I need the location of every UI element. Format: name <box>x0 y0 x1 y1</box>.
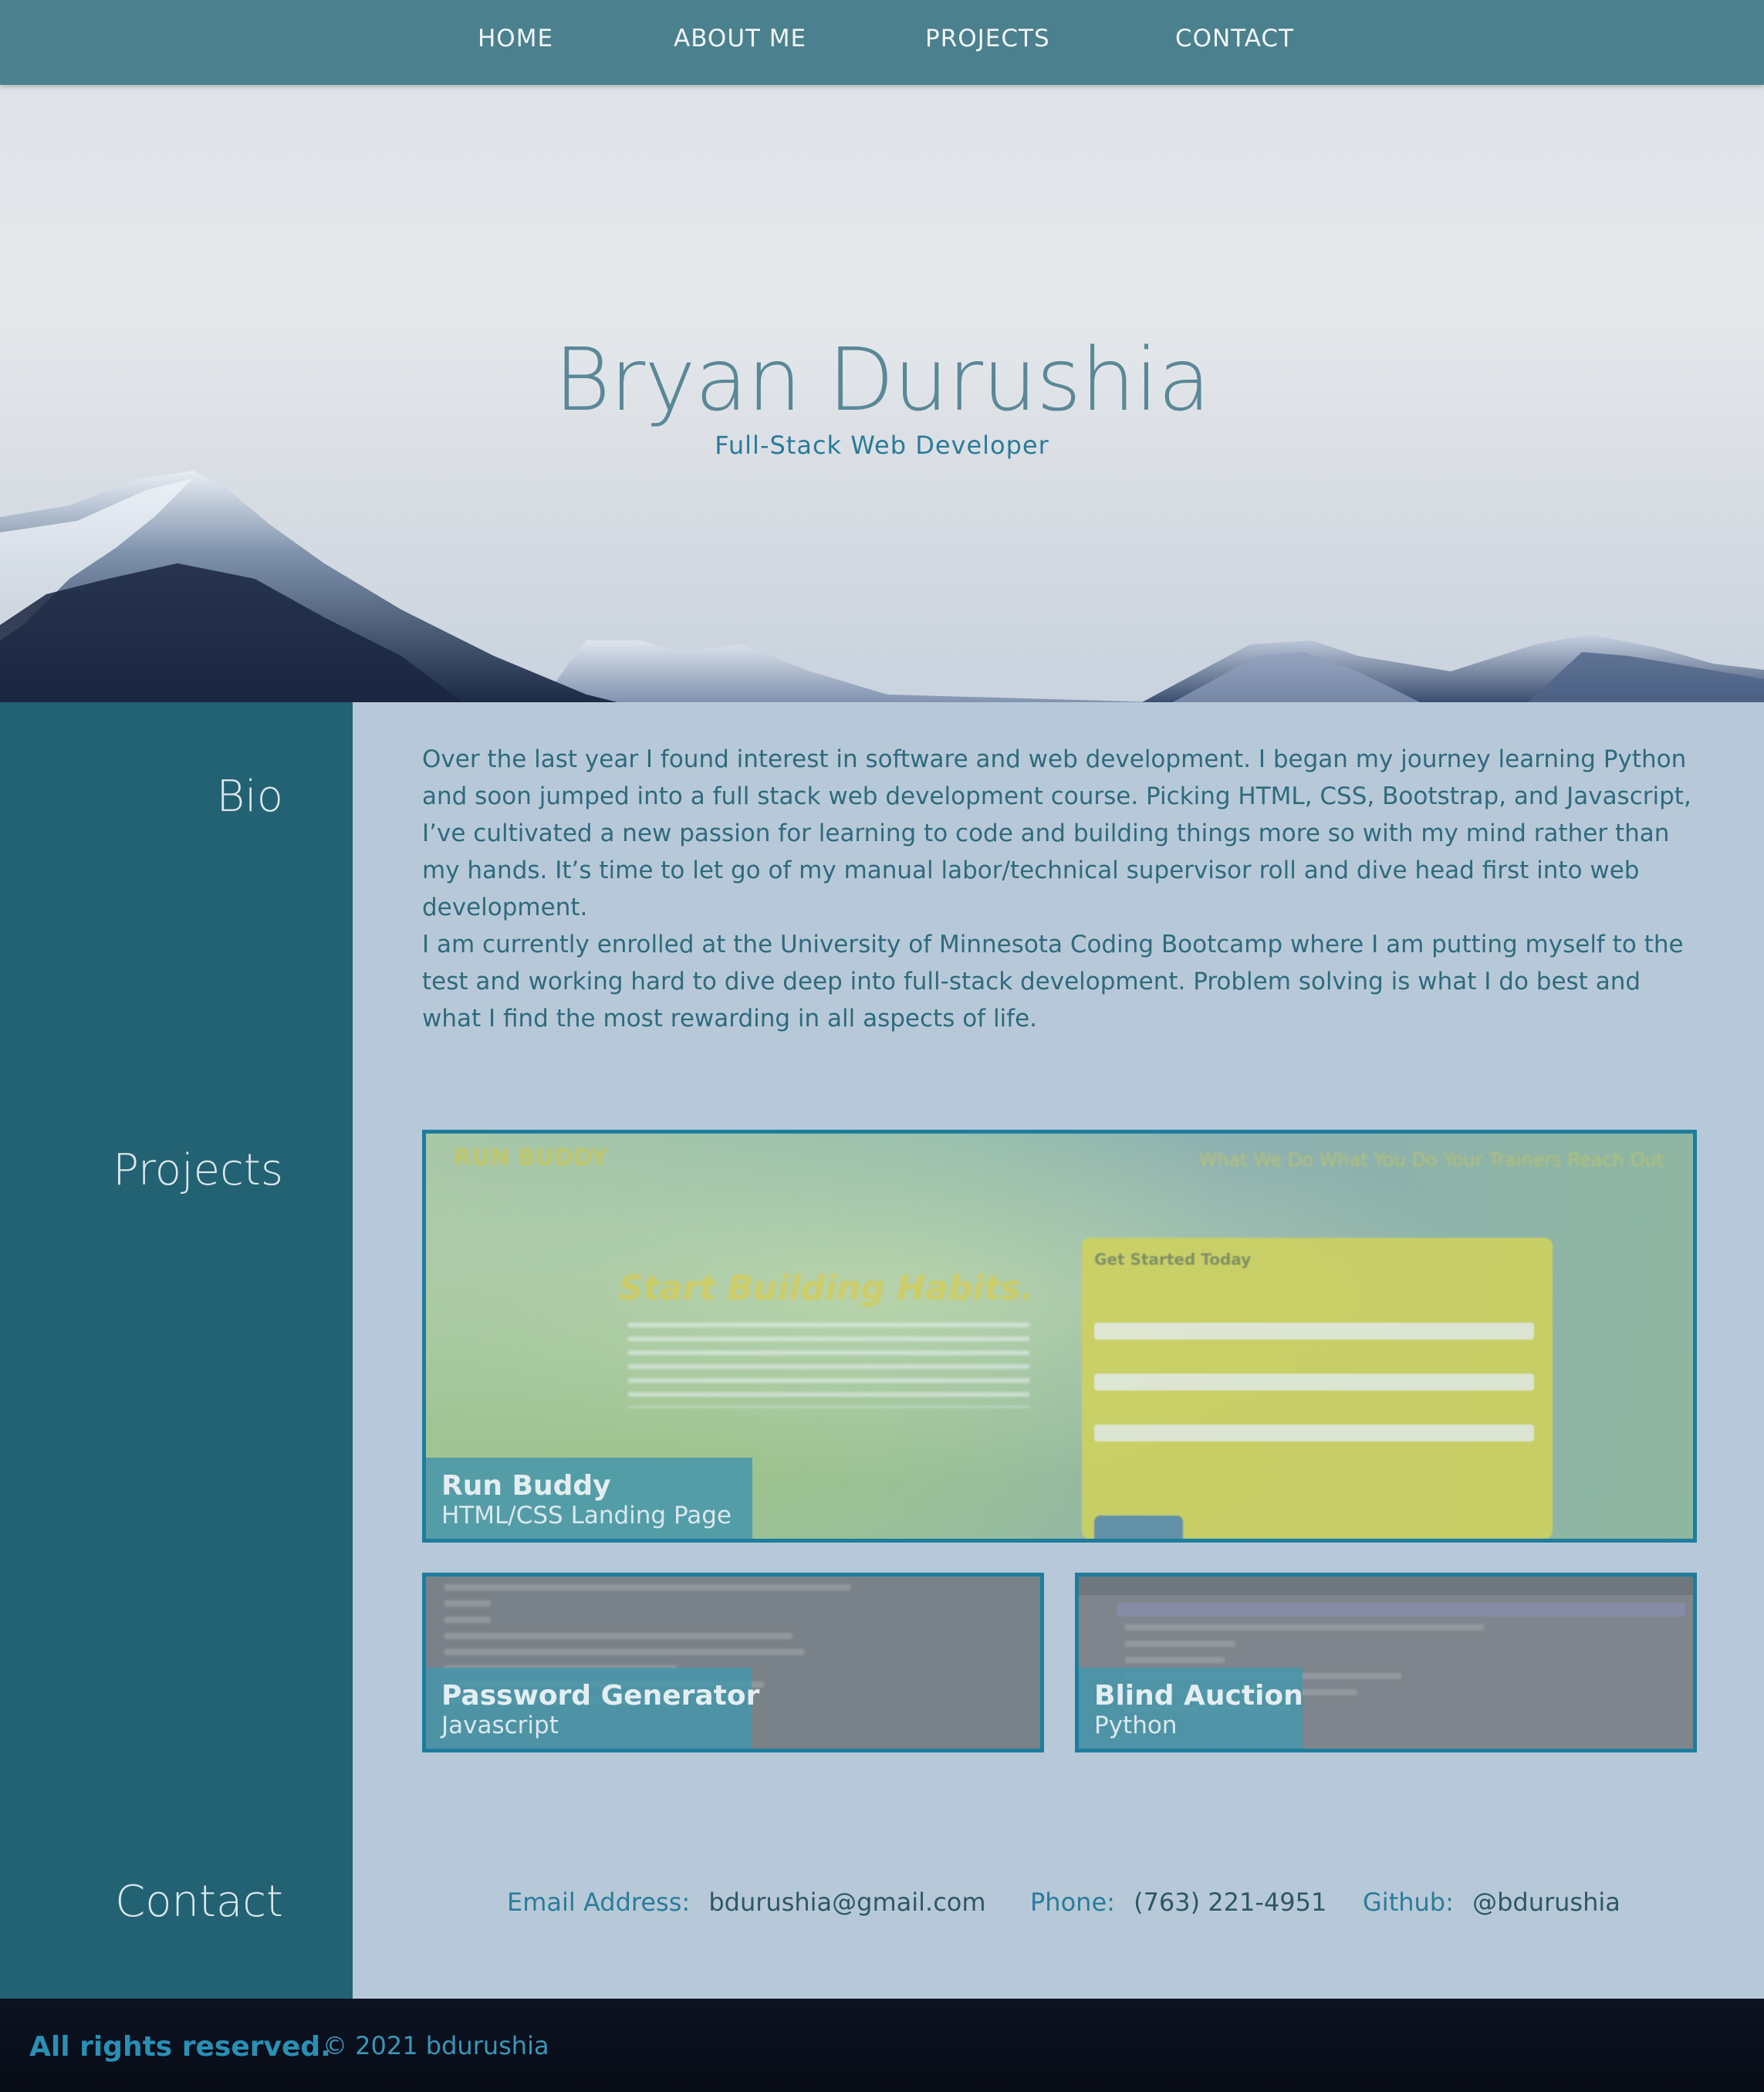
project-card-blind-auction[interactable]: Blind Auction Python <box>1075 1573 1697 1752</box>
run-buddy-headline: Start Building Habits. <box>619 1269 1034 1308</box>
project-name: Run Buddy <box>441 1470 611 1502</box>
bio-section: Over the last year I found interest in s… <box>422 741 1703 1037</box>
project-tech: HTML/CSS Landing Page <box>441 1502 732 1529</box>
run-buddy-text <box>628 1323 1029 1408</box>
nav-link-about-me[interactable]: ABOUT ME <box>674 25 806 52</box>
github-link[interactable]: @bdurushia <box>1472 1888 1620 1917</box>
run-buddy-form-title: Get Started Today <box>1094 1250 1252 1269</box>
phone-number: (763) 221-4951 <box>1134 1888 1327 1917</box>
project-card-password-generator[interactable]: Password Generator Javascript <box>422 1573 1044 1752</box>
projects-heading: Projects <box>113 1145 283 1195</box>
hero-banner: Bryan Durushia Full-Stack Web Developer <box>0 85 1764 702</box>
contact-github: Github: @bdurushia <box>1363 1888 1620 1917</box>
run-buddy-nav: What We Do What You Do Your Trainers Rea… <box>1198 1149 1664 1171</box>
project-tech: Python <box>1094 1712 1178 1739</box>
footer-rights: All rights reserved. <box>29 2031 331 2063</box>
run-buddy-form-input <box>1094 1323 1534 1340</box>
section-sidebar: Bio Projects Contact <box>0 702 353 1999</box>
project-label: Run Buddy HTML/CSS Landing Page <box>426 1458 752 1539</box>
bio-paragraph: I am currently enrolled at the Universit… <box>422 931 1684 1032</box>
nav-link-projects[interactable]: PROJECTS <box>925 25 1050 52</box>
run-buddy-form-input <box>1094 1425 1534 1441</box>
run-buddy-form: Get Started Today <box>1082 1238 1553 1539</box>
page-footer: All rights reserved. © 2021 bdurushia <box>0 1999 1764 2092</box>
editor-tab-bar <box>1079 1577 1693 1595</box>
project-label: Blind Auction Python <box>1079 1668 1303 1749</box>
contact-email: Email Address: bdurushia@gmail.com <box>507 1888 986 1917</box>
email-label: Email Address: <box>507 1888 691 1917</box>
email-link[interactable]: bdurushia@gmail.com <box>708 1888 985 1917</box>
project-name: Password Generator <box>441 1680 760 1712</box>
contact-heading: Contact <box>115 1877 283 1927</box>
github-label: Github: <box>1363 1888 1454 1917</box>
run-buddy-form-input <box>1094 1374 1534 1391</box>
contact-phone: Phone: (763) 221-4951 <box>1030 1888 1326 1917</box>
project-name: Blind Auction <box>1094 1680 1303 1712</box>
project-label: Password Generator Javascript <box>426 1668 760 1749</box>
footer-copyright: © 2021 bdurushia <box>323 2031 549 2060</box>
nav-link-home[interactable]: HOME <box>478 25 553 52</box>
top-nav: HOME ABOUT ME PROJECTS CONTACT <box>0 0 1764 85</box>
nav-link-contact[interactable]: CONTACT <box>1175 25 1294 52</box>
project-card-run-buddy[interactable]: RUN BUDDY What We Do What You Do Your Tr… <box>422 1130 1697 1543</box>
run-buddy-logo: RUN BUDDY <box>454 1144 608 1171</box>
bio-paragraph: Over the last year I found interest in s… <box>422 745 1691 921</box>
phone-label: Phone: <box>1030 1888 1115 1917</box>
run-buddy-form-button <box>1094 1516 1183 1539</box>
project-tech: Javascript <box>441 1712 559 1739</box>
editor-highlight <box>1117 1603 1685 1617</box>
bio-heading: Bio <box>216 772 284 822</box>
hero-subtitle: Full-Stack Web Developer <box>715 431 1049 460</box>
hero-title: Bryan Durushia <box>553 330 1211 431</box>
